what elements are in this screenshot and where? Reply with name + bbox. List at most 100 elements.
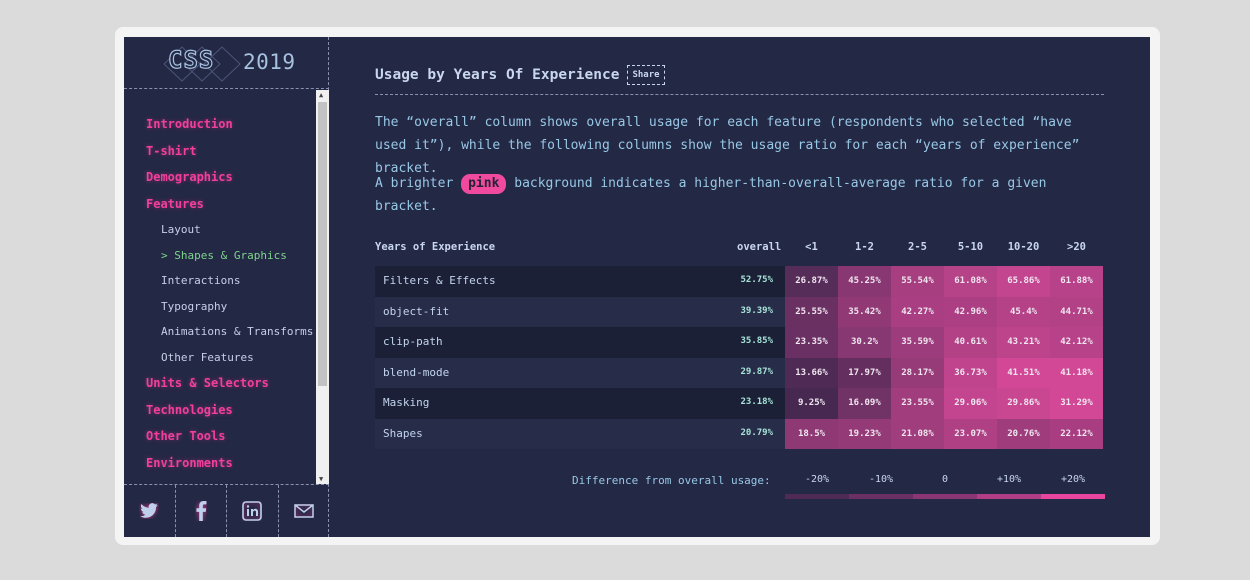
header-feature: Years of Experience (375, 241, 496, 253)
legend-label: Difference from overall usage: (572, 474, 771, 487)
scroll-down-arrow-icon[interactable]: ▼ (319, 475, 323, 483)
pink-pill-badge: pink (461, 174, 507, 194)
bracket-value: 31.29% (1050, 388, 1103, 419)
bracket-value: 35.42% (838, 296, 891, 327)
nav-item-features[interactable]: Features (146, 194, 316, 221)
table-row: Masking 23.18% 9.25% 16.09% 23.55% 29.06% 29.8… (375, 388, 1104, 419)
nav-item-shapes-graphics[interactable]: > Shapes & Graphics (146, 246, 316, 272)
table-header: Years of Experience overall <1 1-2 2-5 5-10… (375, 237, 1104, 266)
bracket-value: 42.27% (891, 296, 944, 327)
overall-value: 39.39% (740, 305, 773, 316)
bracket-value: 17.97% (838, 357, 891, 388)
overall-value: 23.18% (740, 397, 773, 407)
bracket-value: 42.96% (944, 296, 997, 327)
sidebar: CSS 2019 Introduction T-shirt Demographics… (124, 37, 329, 537)
feature-name: Masking (383, 396, 430, 409)
overall-value: 29.87% (740, 366, 773, 377)
bracket-value: 61.08% (944, 266, 997, 297)
feature-name: blend-mode (383, 365, 450, 379)
bracket-value: 55.54% (891, 266, 944, 297)
social-links (124, 484, 329, 537)
nav-item-units-selectors[interactable]: Units & Selectors (146, 373, 316, 400)
twitter-link[interactable] (124, 485, 176, 537)
bracket-value: 16.09% (838, 388, 891, 419)
table-row: blend-mode 29.87% 13.66% 17.97% 28.17% 36.73%… (375, 357, 1104, 388)
nav-item-other-tools[interactable]: Other Tools (146, 426, 316, 453)
legend-explanation: A brighter pink background indicates a h… (375, 172, 1075, 218)
nav-item-animations-transforms[interactable]: Animations & Transforms (146, 322, 316, 348)
overall-value: 35.85% (740, 336, 773, 346)
experience-table: Years of Experience overall <1 1-2 2-5 5-10… (375, 237, 1104, 449)
bracket-value: 29.86% (997, 388, 1050, 419)
bracket-value: 26.87% (785, 266, 838, 297)
bracket-value: 44.71% (1050, 296, 1103, 327)
nav-item-other-features[interactable]: Other Features (146, 348, 316, 374)
linkedin-link[interactable] (227, 485, 279, 537)
table-row: clip-path 35.85% 23.35% 30.2% 35.59% 40.61% 43… (375, 327, 1104, 358)
bracket-value: 22.12% (1050, 418, 1103, 449)
nav-item-layout[interactable]: Layout (146, 220, 316, 246)
bracket-value: 41.18% (1050, 357, 1103, 388)
legend-color-swatch (977, 494, 1041, 499)
nav-item-t-shirt[interactable]: T-shirt (146, 141, 316, 168)
email-link[interactable] (279, 485, 330, 537)
linkedin-icon (242, 501, 263, 521)
row-background (375, 388, 785, 419)
table-row: Shapes 20.79% 18.5% 19.23% 21.08% 23.07% 20.76… (375, 418, 1104, 449)
bracket-value: 23.35% (785, 327, 838, 358)
bracket-value: 21.08% (891, 418, 944, 449)
table-row: object-fit 39.39% 25.55% 35.42% 42.27% 42.96%… (375, 296, 1104, 327)
scroll-up-arrow-icon[interactable]: ▲ (319, 91, 323, 99)
bracket-value: 18.5% (785, 418, 838, 449)
legend-color-swatch (785, 494, 849, 499)
row-background (375, 418, 785, 449)
header-bracket: <1 (805, 241, 818, 253)
facebook-icon (196, 501, 207, 521)
legend-step-label: -20% (804, 474, 830, 485)
nav-item-typography[interactable]: Typography (146, 297, 316, 323)
mail-icon (294, 504, 314, 518)
nav-item-environments[interactable]: Environments (146, 453, 316, 480)
bracket-value: 19.23% (838, 418, 891, 449)
header-bracket: 5-10 (957, 241, 984, 253)
legend-color-swatch (849, 494, 913, 499)
header-bracket: >20 (1067, 241, 1086, 253)
feature-name: object-fit (383, 304, 450, 318)
bracket-value: 42.12% (1050, 327, 1103, 358)
logo[interactable]: CSS 2019 (124, 37, 329, 89)
legend-step-label: +10% (996, 474, 1022, 485)
header-bracket: 10-20 (1007, 241, 1040, 253)
share-button[interactable]: Share (627, 65, 665, 85)
header-bracket: 2-5 (908, 241, 927, 253)
table-body: Filters & Effects 52.75% 26.87% 45.25% 55.54… (375, 266, 1104, 449)
explanation-text-before: A brighter (375, 176, 454, 191)
legend-color-swatch (1041, 494, 1105, 499)
logo-year: 2019 (243, 50, 296, 74)
nav-item-demographics[interactable]: Demographics (146, 167, 316, 194)
bracket-value: 43.21% (997, 327, 1050, 358)
main-content: Usage by Years Of Experience Share The “… (375, 37, 1105, 537)
sidebar-nav: Introduction T-shirt Demographics Features L… (124, 90, 329, 484)
bracket-value: 25.55% (785, 296, 838, 327)
bracket-value: 35.59% (891, 327, 944, 358)
scrollbar-thumb[interactable] (318, 102, 327, 386)
nav-item-technologies[interactable]: Technologies (146, 400, 316, 427)
feature-name: Filters & Effects (383, 274, 496, 287)
bracket-value: 20.76% (997, 418, 1050, 449)
nav-item-interactions[interactable]: Interactions (146, 271, 316, 297)
nav-item-introduction[interactable]: Introduction (146, 114, 316, 141)
bracket-value: 28.17% (891, 357, 944, 388)
bracket-value: 29.06% (944, 388, 997, 419)
logo-mark-text: CSS (167, 45, 215, 74)
facebook-link[interactable] (176, 485, 227, 537)
overall-value: 20.79% (740, 427, 773, 438)
legend-color-swatch (913, 494, 977, 499)
sidebar-scrollbar[interactable]: ▲ ▼ (316, 90, 329, 484)
heading-divider (375, 94, 1104, 95)
bracket-value: 36.73% (944, 357, 997, 388)
feature-name: clip-path (383, 335, 443, 348)
bracket-value: 45.4% (997, 296, 1050, 327)
section-title: Usage by Years Of Experience (375, 67, 620, 83)
legend-step-label: +20% (1060, 474, 1086, 485)
bracket-value: 45.25% (838, 266, 891, 297)
